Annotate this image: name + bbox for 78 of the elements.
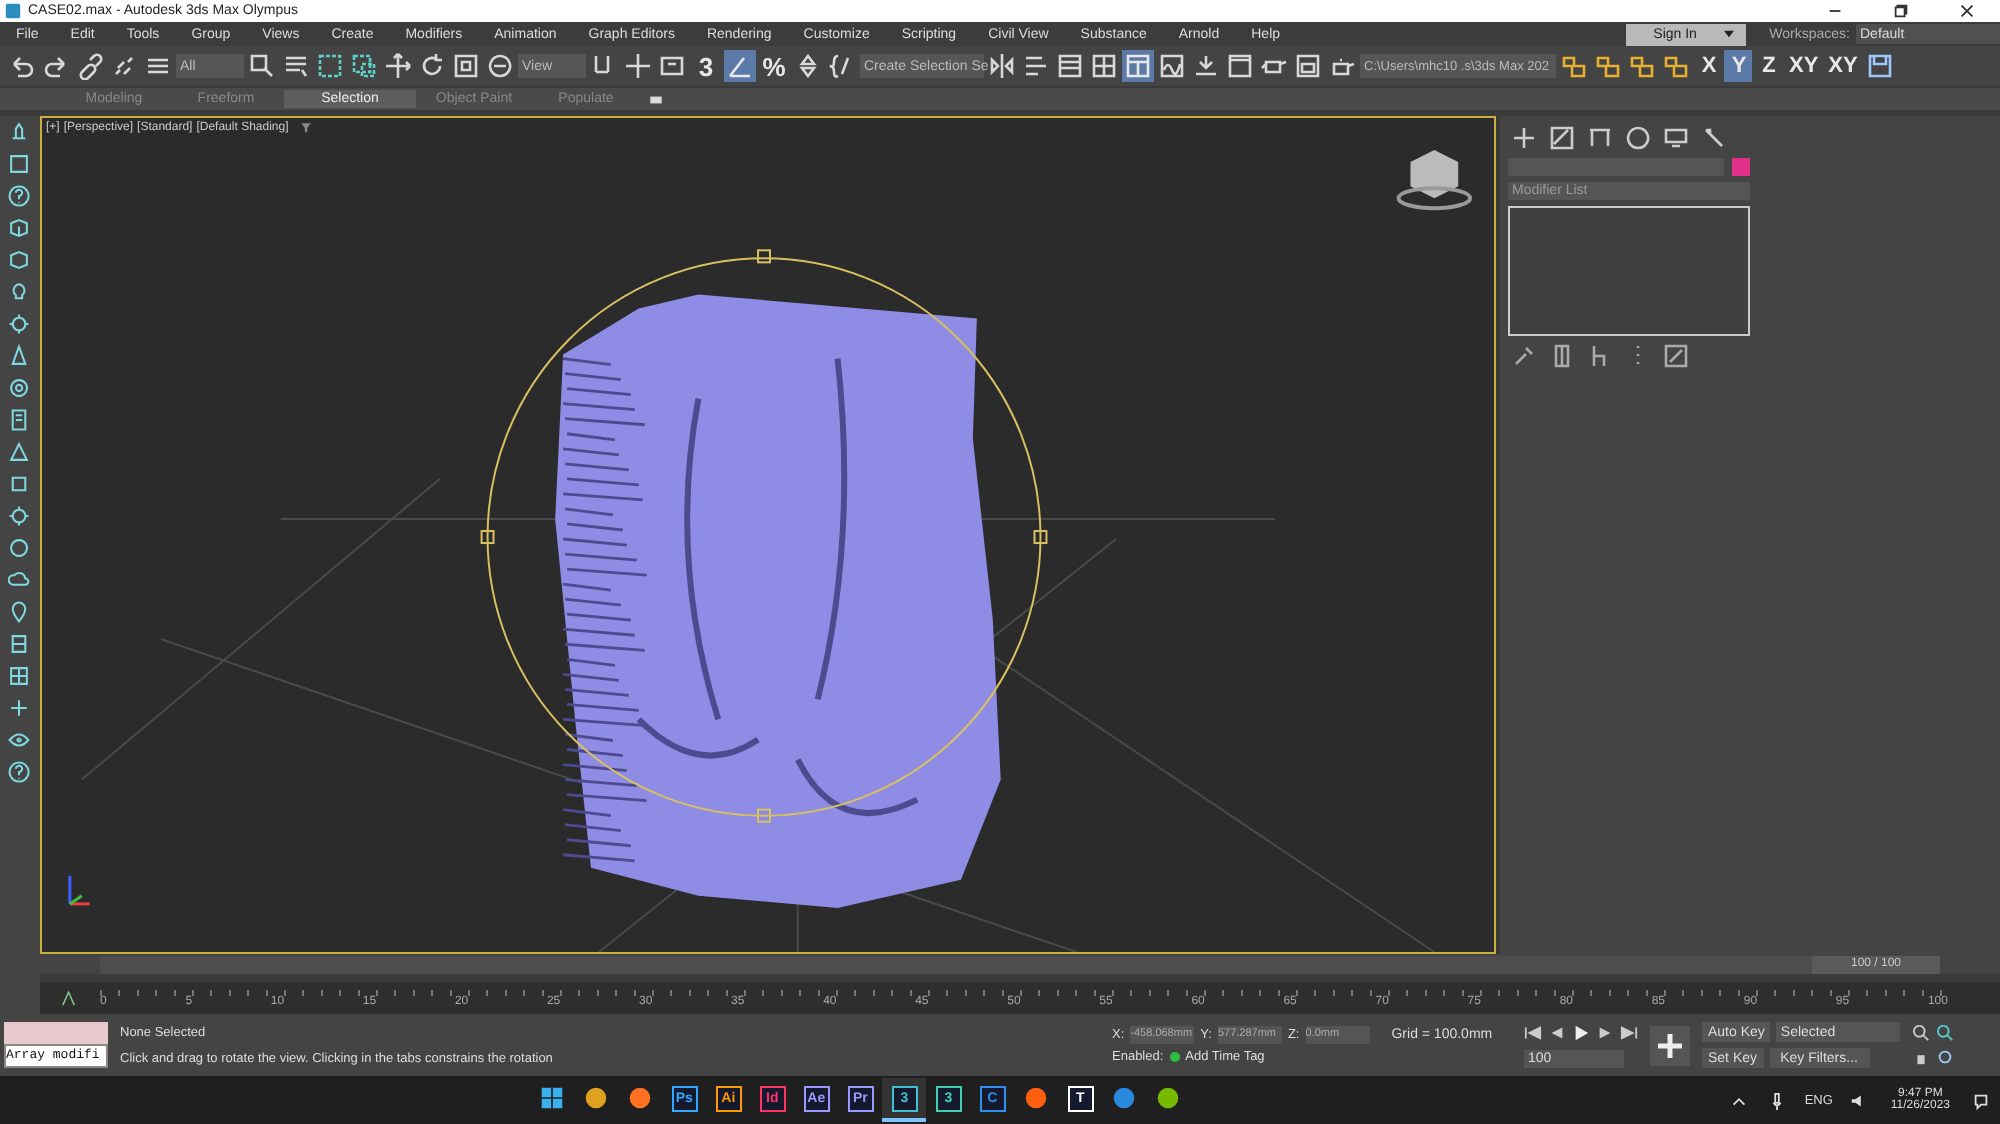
rotate-icon[interactable] (418, 52, 446, 80)
question-icon[interactable] (7, 184, 29, 208)
zoom-all-icon[interactable] (1936, 1024, 1955, 1042)
dashed-square-icon[interactable] (316, 52, 344, 80)
cube-icon[interactable] (7, 248, 29, 272)
add-key-icon[interactable] (1650, 1025, 1690, 1065)
gear-icon[interactable] (7, 504, 29, 528)
axis-constraint-button[interactable]: Y (1724, 50, 1753, 82)
play-icon[interactable] (1572, 1023, 1590, 1041)
cone-icon[interactable] (7, 344, 29, 368)
ring-icon[interactable] (7, 376, 29, 400)
download-icon[interactable] (1192, 52, 1220, 80)
modifier-stack-list[interactable] (1508, 206, 1750, 336)
link-icon[interactable] (76, 52, 104, 80)
gear-icon[interactable] (7, 312, 29, 336)
ribbon-toggle-button[interactable] (1122, 50, 1154, 82)
microphone-icon[interactable] (1768, 1091, 1787, 1109)
table-icon[interactable] (1056, 52, 1084, 80)
snap-toggle-button[interactable]: 3 (690, 50, 722, 82)
question-icon[interactable] (7, 760, 29, 784)
next-frame-icon[interactable] (1596, 1023, 1614, 1041)
cube-icon[interactable] (7, 216, 29, 240)
notification-icon[interactable] (1972, 1091, 1990, 1109)
app-circle-icon[interactable] (584, 1086, 609, 1110)
app-circle-icon[interactable] (1024, 1086, 1049, 1110)
orbit-icon[interactable] (1936, 1048, 1955, 1066)
status-dot-icon (1169, 1052, 1180, 1062)
spinner-icon[interactable] (794, 52, 822, 80)
crosshair-icon[interactable] (624, 52, 652, 80)
caret-icon (1724, 30, 1735, 38)
app-circle-icon[interactable] (1156, 1086, 1181, 1110)
unlink-icon[interactable] (110, 52, 138, 80)
axis-tripod-icon (68, 875, 90, 906)
align-icon[interactable] (1022, 52, 1050, 80)
plus-icon[interactable] (7, 696, 29, 720)
object-color-swatch[interactable] (1732, 158, 1750, 176)
restore-icon[interactable] (1892, 2, 1910, 20)
eye-icon[interactable] (7, 728, 29, 752)
list-icon[interactable] (282, 52, 310, 80)
axis-constraint-button[interactable]: XY (1784, 50, 1823, 82)
save-icon[interactable] (1865, 52, 1894, 80)
axis-constraint-button[interactable]: X (1694, 50, 1723, 82)
filter-icon[interactable] (300, 122, 313, 134)
scale-icon[interactable] (452, 52, 480, 80)
app-icon (4, 2, 22, 20)
previous-frame-icon[interactable] (1548, 1023, 1566, 1041)
axis-constraint-button[interactable]: XY (1824, 50, 1862, 82)
pyramid-icon[interactable] (7, 440, 29, 464)
circle-icon[interactable] (1624, 124, 1652, 152)
monitor-icon[interactable] (1662, 124, 1690, 152)
angle-icon (726, 52, 754, 80)
page-icon[interactable] (7, 408, 29, 432)
lights-icon[interactable] (7, 120, 29, 144)
go-to-end-icon[interactable] (1620, 1023, 1638, 1041)
plus-icon[interactable] (1510, 124, 1538, 152)
square-icon[interactable] (7, 152, 29, 176)
angle-snap-button[interactable] (724, 50, 756, 82)
move-icon[interactable] (384, 52, 412, 80)
axis-constraint-button[interactable]: Z (1754, 50, 1783, 82)
app-circle-icon[interactable] (1112, 1086, 1137, 1110)
window-icon[interactable] (1226, 52, 1254, 80)
bulb-icon[interactable] (7, 280, 29, 304)
close-icon[interactable] (1958, 2, 1976, 20)
undo-icon[interactable] (8, 52, 36, 80)
cloud-icon[interactable] (7, 568, 29, 592)
rotate-gizmo[interactable] (480, 249, 1048, 823)
redo-icon[interactable] (42, 52, 70, 80)
mirror-icon[interactable] (988, 52, 1016, 80)
view-cube-icon[interactable] (1396, 150, 1473, 211)
windows-start-icon[interactable] (540, 1086, 565, 1110)
layers-icon[interactable] (1090, 52, 1118, 80)
camera-icon[interactable] (646, 91, 666, 107)
grid-icon[interactable] (7, 664, 29, 688)
percent-snap-button[interactable]: % (758, 50, 790, 82)
panels-icon (1124, 52, 1152, 80)
go-to-start-icon[interactable] (1524, 1023, 1542, 1041)
zoom-icon[interactable] (1912, 1024, 1931, 1042)
app-circle-icon[interactable] (628, 1086, 653, 1110)
